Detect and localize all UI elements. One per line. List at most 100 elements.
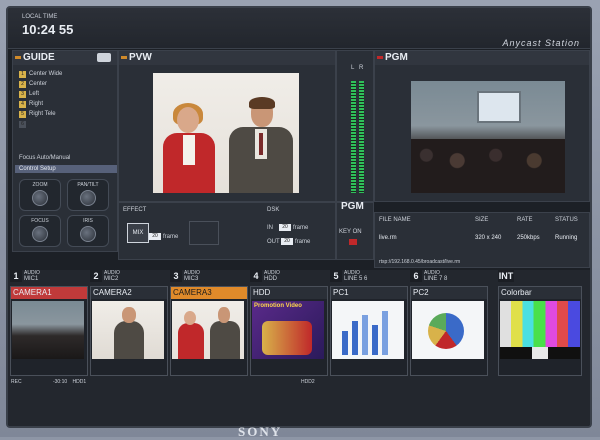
header-accent [121,56,127,59]
source-label: HDD [251,287,327,299]
rate-value: 250kbps [517,235,540,241]
status-header: STATUS [555,217,578,223]
source-tile[interactable]: HDD Promotion Video HDD2 [250,286,328,385]
source-int[interactable]: INT Colorbar [498,270,582,420]
control-setup-tab[interactable]: Control Setup [15,165,117,173]
source-label: CAMERA3 [171,287,247,299]
preset-number: 1 [19,71,26,78]
preset-label: Center [29,81,48,87]
source-6[interactable]: 6 AUDIO LINE 7 8 PC2 [410,270,490,420]
meter-right-label: R [359,65,364,71]
header-accent [15,56,21,59]
preset-number: 3 [19,91,26,98]
source-tile[interactable]: PC2 [410,286,488,376]
local-time-label: LOCAL TIME [22,14,58,20]
mix-button[interactable]: MIX [127,223,149,243]
guide-panel: GUIDE 1 Center Wide 2 Center 3 Left 4 Right … [12,50,118,252]
promo-title: Promotion Video [254,303,302,309]
source-tile[interactable]: CAMERA3 [170,286,248,376]
dsk-out-frame-word: frame [295,239,311,245]
camera-icon [97,53,111,62]
focus-control[interactable]: FOCUS [19,215,61,247]
preset-label: Right Tele [29,111,56,117]
status-value: Running [555,235,578,241]
source-5[interactable]: 5 AUDIO LINE 5 6 PC1 [330,270,410,420]
header-accent [377,56,383,59]
source-tile[interactable]: Colorbar [498,286,582,376]
pantilt-knob-icon[interactable] [80,190,96,206]
size-header: SIZE [475,217,489,223]
guide-preset-5[interactable]: 5 Right Tele [19,109,117,119]
effect-dsk-panel: EFFECT MIX 20 frame DSK IN 20 frame OUT … [118,202,336,260]
pgm-key-panel: PGM KEY ON [336,201,374,260]
preview-video [153,73,299,193]
source-thumbnail [92,301,164,359]
source-label: Colorbar [499,287,581,299]
meter-left-label: L [351,65,355,71]
focus-auto-manual[interactable]: Focus Auto/Manual [19,155,70,161]
guide-title-text: GUIDE [23,52,55,63]
guide-preset-1[interactable]: 1 Center Wide [19,69,117,79]
source-number: 2 [90,270,102,282]
source-label: CAMERA1 [11,287,87,299]
dsk-in-frame-word: frame [293,225,309,231]
bar-chart-thumbnail [332,301,404,359]
iris-control[interactable]: IRIS [67,215,109,247]
source-audio: AUDIO LINE 5 6 [344,270,368,282]
source-tile[interactable]: CAMERA1 REC -30:10 HDD1 [10,286,88,385]
size-value: 320 x 240 [475,235,502,241]
preset-label: Left [29,91,40,97]
source-label: CAMERA2 [91,287,167,299]
source-3[interactable]: 3 AUDIO MIC3 CAMERA3 [170,270,250,420]
pie-chart-thumbnail [412,301,484,359]
focus-knob-icon[interactable] [32,226,48,242]
rate-header: RATE [517,217,533,223]
pgm-key-label: PGM [341,201,364,212]
dsk-in-value[interactable]: 20 [279,224,291,231]
zoom-control[interactable]: ZOOM [19,179,61,211]
guide-title: GUIDE [13,51,117,65]
pantilt-control[interactable]: PAN/TILT [67,179,109,211]
source-label: PC2 [411,287,487,299]
audience [411,139,565,193]
guide-preset-6[interactable]: 6 [19,119,117,129]
guide-preset-4[interactable]: 4 Right [19,99,117,109]
guide-preset-list: 1 Center Wide 2 Center 3 Left 4 Right 5 Right… [19,69,117,129]
audio-meters: L R [336,50,374,202]
source-2[interactable]: 2 AUDIO MIC2 CAMERA2 [90,270,170,420]
effect-frames-value[interactable]: 20 [149,233,161,240]
meter-right-bar [359,81,364,193]
key-on-button[interactable] [349,239,357,245]
source-tile[interactable]: CAMERA2 [90,286,168,376]
iris-label: IRIS [83,218,93,224]
meter-left-bar [351,81,356,193]
preset-number: 2 [19,81,26,88]
dsk-in-label: IN [267,225,273,231]
guide-preset-2[interactable]: 2 Center [19,79,117,89]
source-number: 4 [250,270,262,282]
source-4[interactable]: 4 AUDIO HDD HDD Promotion Video HDD2 [250,270,330,420]
dsk-out-value[interactable]: 20 [281,238,293,245]
pantilt-label: PAN/TILT [77,182,99,188]
pvw-title-text: PVW [129,52,152,63]
guide-preset-3[interactable]: 3 Left [19,89,117,99]
source-thumbnail [172,301,244,359]
source-audio: AUDIO MIC2 [104,270,120,282]
pgm-title: PGM [375,51,589,65]
zoom-label: ZOOM [32,182,48,188]
source-1[interactable]: 1 AUDIO MIC1 CAMERA1 REC -30:10 HDD1 [10,270,90,420]
source-tally: REC -30:10 HDD1 [11,379,87,385]
effect-label: EFFECT [123,207,147,213]
source-audio: AUDIO MIC3 [184,270,200,282]
iris-knob-icon[interactable] [80,226,96,242]
sony-logo: SONY [238,424,283,439]
presenter-woman [163,103,215,193]
wipe-pattern-icon[interactable] [189,221,219,245]
program-video [411,81,565,193]
program-panel: PGM [374,50,590,202]
colorbar-thumbnail [500,301,580,359]
source-tile[interactable]: PC1 [330,286,408,376]
file-name-header: FILE NAME [379,217,411,223]
source-number: 1 [10,270,22,282]
zoom-knob-icon[interactable] [32,190,48,206]
